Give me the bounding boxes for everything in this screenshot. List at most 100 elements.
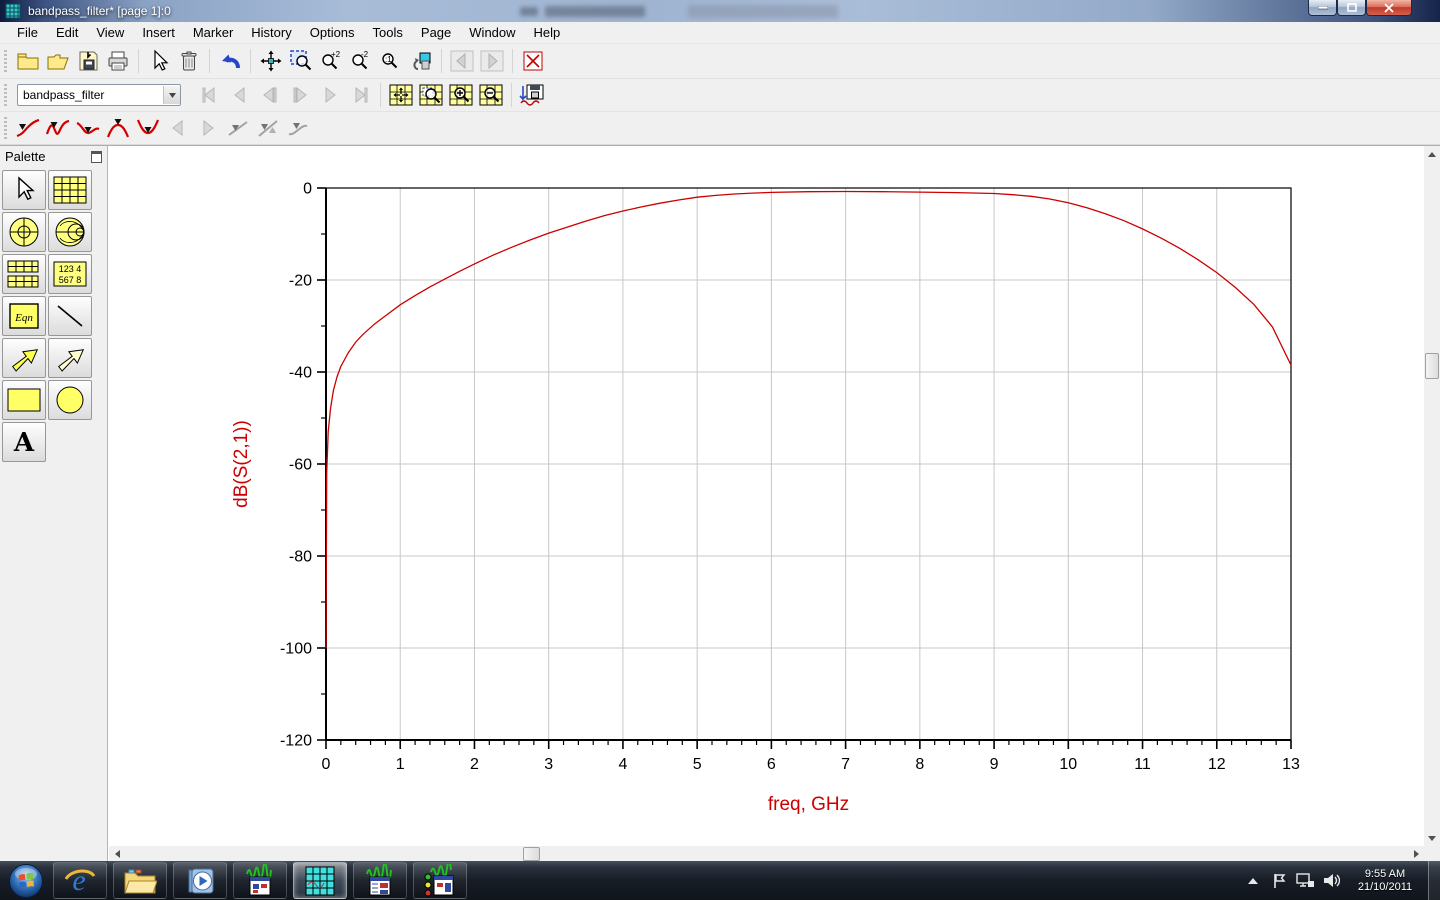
menu-item-insert[interactable]: Insert xyxy=(133,22,184,43)
next-page-button[interactable] xyxy=(316,81,344,109)
open-button[interactable] xyxy=(44,47,72,75)
plot-fit-view-button[interactable] xyxy=(387,81,415,109)
plot-zoom-in-button[interactable] xyxy=(447,81,475,109)
rectangle-tool[interactable] xyxy=(2,380,46,420)
smith-chart-tool[interactable] xyxy=(48,212,92,252)
delete-button[interactable] xyxy=(175,47,203,75)
zoom-in-2x-button[interactable]: +2 xyxy=(317,47,345,75)
save-data-button[interactable] xyxy=(518,81,546,109)
select-pointer-button[interactable] xyxy=(145,47,173,75)
insert-dip-marker-button[interactable] xyxy=(74,114,102,142)
vertical-scrollbar[interactable] xyxy=(1424,146,1440,846)
horizontal-scrollbar[interactable] xyxy=(109,846,1424,862)
undo-button[interactable] xyxy=(216,47,244,75)
line-tool[interactable] xyxy=(48,296,92,336)
marker-to-peak-button[interactable] xyxy=(104,114,132,142)
scroll-left-button[interactable] xyxy=(109,846,125,862)
action-center-icon[interactable] xyxy=(1266,861,1292,900)
zoom-out-2x-button[interactable]: -2 xyxy=(347,47,375,75)
horizontal-scroll-thumb[interactable] xyxy=(523,847,540,861)
plot-zoom-in-icon xyxy=(449,84,473,106)
plot-zoom-out-button[interactable] xyxy=(477,81,505,109)
stacked-plot-tool[interactable] xyxy=(2,254,46,294)
first-page-button[interactable] xyxy=(196,81,224,109)
maximize-button[interactable] xyxy=(1337,0,1366,16)
outline-arrow-tool[interactable] xyxy=(48,338,92,378)
text-tool[interactable]: A xyxy=(2,422,46,462)
show-desktop-button[interactable] xyxy=(1428,861,1440,900)
windows-explorer-icon xyxy=(123,867,157,895)
close-page-button[interactable] xyxy=(519,47,547,75)
close-button[interactable] xyxy=(1366,0,1412,16)
volume-icon[interactable] xyxy=(1318,861,1344,900)
menu-item-tools[interactable]: Tools xyxy=(364,22,412,43)
menu-item-help[interactable]: Help xyxy=(525,22,570,43)
save-button[interactable] xyxy=(74,47,102,75)
arrow-tool[interactable] xyxy=(2,338,46,378)
menu-item-view[interactable]: View xyxy=(87,22,133,43)
next-view-icon xyxy=(289,84,311,106)
plot-zoom-area-button[interactable] xyxy=(417,81,445,109)
open-icon xyxy=(46,49,70,73)
context-selector[interactable]: bandpass_filter xyxy=(17,84,181,106)
copy-page-button[interactable] xyxy=(407,47,435,75)
menu-item-history[interactable]: History xyxy=(242,22,300,43)
scroll-right-button[interactable] xyxy=(1408,846,1424,862)
page-back-button[interactable] xyxy=(448,47,476,75)
zoom-area-button[interactable] xyxy=(287,47,315,75)
menu-item-file[interactable]: File xyxy=(8,22,47,43)
select-pointer-icon xyxy=(147,49,171,73)
ads-schematic-button[interactable] xyxy=(353,862,407,899)
print-button[interactable] xyxy=(104,47,132,75)
vertical-scroll-thumb[interactable] xyxy=(1425,353,1439,379)
main-toolbar: +2-2:1 xyxy=(0,44,1440,79)
list-plot-tool[interactable]: 123 4567 8 xyxy=(48,254,92,294)
windows-explorer-button[interactable] xyxy=(113,862,167,899)
ads-data-display-button[interactable] xyxy=(293,862,347,899)
show-hidden-icons-button[interactable] xyxy=(1240,861,1266,900)
menu-item-page[interactable]: Page xyxy=(412,22,460,43)
last-page-button[interactable] xyxy=(346,81,374,109)
circle-tool[interactable] xyxy=(48,380,92,420)
taskbar-clock[interactable]: 9:55 AM 21/10/2011 xyxy=(1348,868,1422,894)
network-icon[interactable] xyxy=(1292,861,1318,900)
ads-main-window-button[interactable] xyxy=(233,862,287,899)
palette-title: Palette xyxy=(5,149,45,164)
marker-to-valley-button[interactable] xyxy=(134,114,162,142)
page-forward-button[interactable] xyxy=(478,47,506,75)
move-button[interactable] xyxy=(257,47,285,75)
scroll-up-button[interactable] xyxy=(1424,146,1440,162)
marker-search-3-button[interactable] xyxy=(284,114,312,142)
next-view-button[interactable] xyxy=(286,81,314,109)
prev-marker-button[interactable] xyxy=(164,114,192,142)
new-button[interactable] xyxy=(14,47,42,75)
polar-plot-tool[interactable] xyxy=(2,212,46,252)
pointer-tool[interactable] xyxy=(2,170,46,210)
start-button[interactable] xyxy=(2,861,50,900)
internet-explorer-button[interactable]: e xyxy=(53,862,107,899)
context-selector-value: bandpass_filter xyxy=(18,88,163,102)
chevron-down-icon[interactable] xyxy=(163,86,180,104)
menu-item-options[interactable]: Options xyxy=(301,22,364,43)
marker-search-2-button[interactable] xyxy=(254,114,282,142)
scroll-down-button[interactable] xyxy=(1424,830,1440,846)
menu-item-marker[interactable]: Marker xyxy=(184,22,242,43)
toolbar-grip[interactable] xyxy=(4,84,7,106)
zoom-actual-button[interactable]: :1 xyxy=(377,47,405,75)
toolbar-grip[interactable] xyxy=(4,50,7,72)
insert-marker-button[interactable] xyxy=(14,114,42,142)
insert-delta-marker-button[interactable] xyxy=(44,114,72,142)
toolbar-grip[interactable] xyxy=(4,117,7,139)
menu-item-edit[interactable]: Edit xyxy=(47,22,87,43)
rectangular-plot-tool[interactable] xyxy=(48,170,92,210)
equation-tool[interactable]: Eqn xyxy=(2,296,46,336)
minimize-button[interactable] xyxy=(1308,0,1337,16)
ads-design-kit-button[interactable] xyxy=(413,862,467,899)
prev-page-button[interactable] xyxy=(226,81,254,109)
palette-float-icon[interactable] xyxy=(91,151,102,163)
marker-search-1-button[interactable] xyxy=(224,114,252,142)
media-player-button[interactable] xyxy=(173,862,227,899)
menu-item-window[interactable]: Window xyxy=(460,22,524,43)
prev-view-button[interactable] xyxy=(256,81,284,109)
next-marker-button[interactable] xyxy=(194,114,222,142)
